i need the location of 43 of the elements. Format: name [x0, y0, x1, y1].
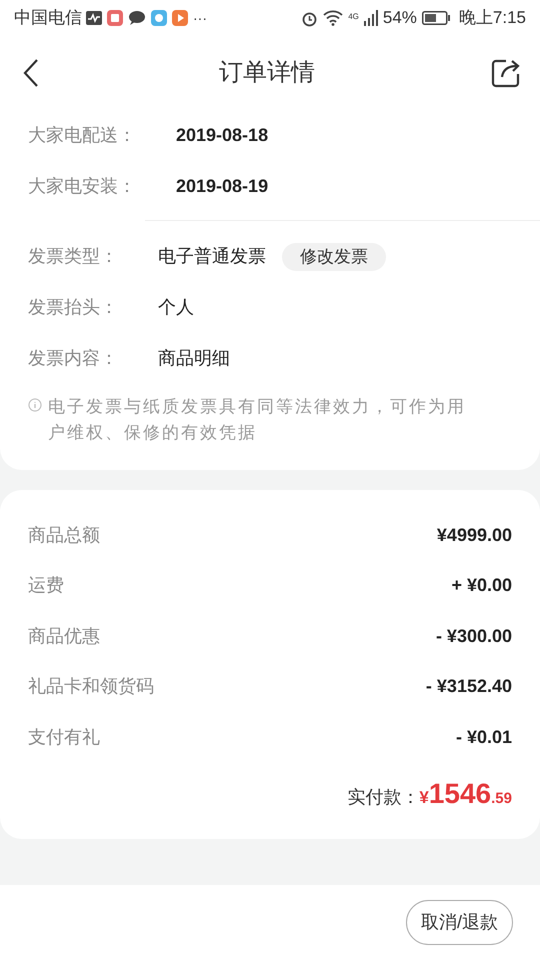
field-value: 2019-08-19	[176, 175, 268, 198]
field-label: 发票抬头：	[28, 296, 119, 319]
cost-label: 商品总额	[28, 524, 100, 547]
network-type: 4G	[348, 11, 359, 24]
cost-label: 礼品卡和领货码	[28, 675, 154, 698]
battery-percent: 54%	[382, 7, 417, 30]
battery-icon	[422, 11, 450, 25]
share-button[interactable]	[490, 57, 522, 89]
total-decimal: .59	[491, 788, 512, 808]
wifi-icon	[323, 10, 344, 26]
cost-amount: - ¥3152.40	[426, 675, 512, 698]
more-notifications: ···	[193, 8, 207, 28]
cost-amount: ¥4999.00	[436, 524, 512, 547]
cost-label: 支付有礼	[28, 726, 100, 749]
field-label: 大家电配送：	[28, 124, 137, 147]
field-value: 2019-08-18	[176, 124, 268, 147]
app-icon	[107, 10, 123, 26]
alarm-icon	[301, 10, 318, 26]
activity-icon	[86, 11, 102, 25]
field-value: 个人	[158, 296, 194, 319]
chat-bubble-icon	[128, 10, 146, 26]
cost-amount: - ¥0.01	[456, 726, 512, 749]
total-amount: 1546	[428, 776, 492, 810]
total-currency: ¥	[419, 786, 429, 808]
total-label: 实付款：	[347, 786, 420, 808]
field-label: 发票内容：	[28, 347, 119, 370]
cost-label: 运费	[28, 574, 64, 598]
edit-invoice-button[interactable]: 修改发票	[282, 242, 386, 270]
info-icon	[28, 398, 42, 412]
cancel-refund-button[interactable]: 取消/退款	[406, 900, 513, 945]
signal-icon	[364, 10, 378, 26]
invoice-note: 电子发票与纸质发票具有同等法律效力，可作为用户维权、保修的有效凭据	[48, 396, 467, 444]
play-app-icon	[172, 10, 188, 26]
field-value: 电子普通发票	[158, 245, 266, 268]
cost-amount: - ¥300.00	[436, 624, 512, 648]
field-label: 大家电安装：	[28, 175, 137, 198]
field-label: 发票类型：	[28, 245, 119, 268]
cost-amount: + ¥0.00	[451, 574, 512, 598]
cost-label: 商品优惠	[28, 624, 100, 648]
field-value: 商品明细	[158, 347, 230, 370]
page-title: 订单详情	[219, 58, 315, 88]
clock-time: 晚上7:15	[458, 7, 526, 30]
carrier-name: 中国电信	[14, 7, 82, 30]
